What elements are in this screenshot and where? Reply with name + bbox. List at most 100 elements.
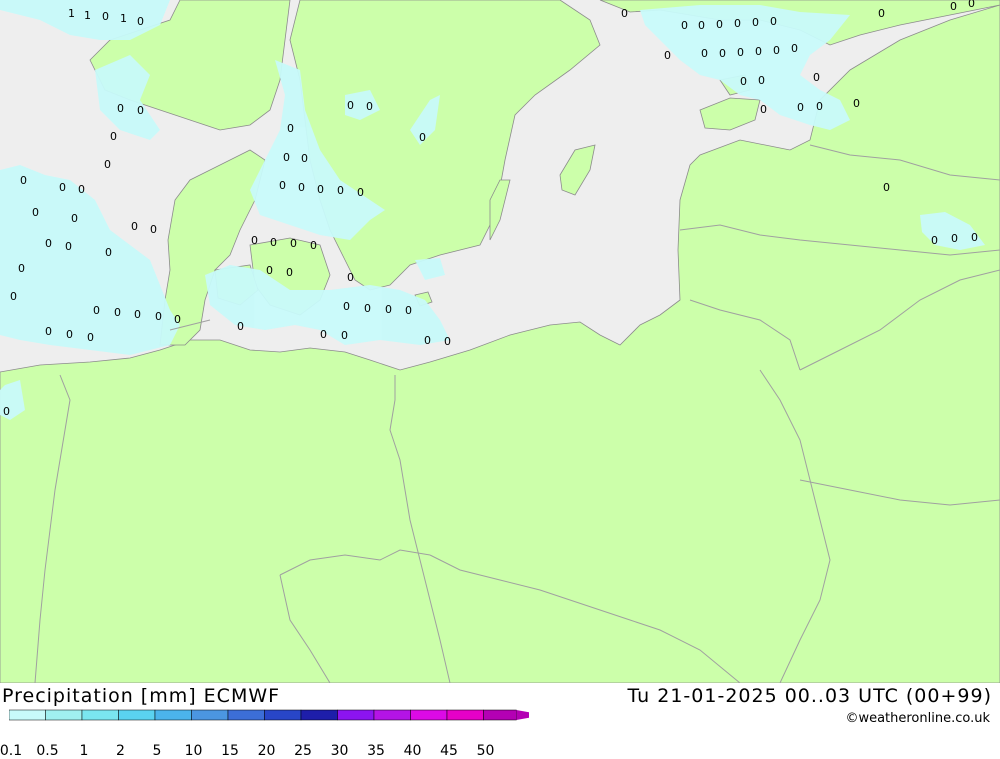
precip-value: 0 xyxy=(950,0,957,13)
precipitation-map: 1 1 0 1 0 0 0 0 0 0 0 0 0 0 0 0 0 0 0 0 … xyxy=(0,0,1000,683)
precip-value: 0 xyxy=(3,405,10,418)
precip-value: 0 xyxy=(816,100,823,113)
precip-value: 0 xyxy=(364,302,371,315)
precip-value: 0 xyxy=(32,206,39,219)
legend-color-bar xyxy=(8,709,545,721)
legend-label: 50 xyxy=(476,743,495,759)
precip-value: 0 xyxy=(251,234,258,247)
precip-value: 0 xyxy=(755,45,762,58)
precip-value: 0 xyxy=(286,266,293,279)
precip-value: 0 xyxy=(343,300,350,313)
precip-value: 0 xyxy=(237,320,244,333)
map-canvas: 1 1 0 1 0 0 0 0 0 0 0 0 0 0 0 0 0 0 0 0 … xyxy=(0,0,1000,683)
precip-value: 0 xyxy=(150,223,157,236)
legend-label: 30 xyxy=(330,743,349,759)
precip-value: 0 xyxy=(131,220,138,233)
precip-value: 0 xyxy=(279,179,286,192)
credit-text: ©weatheronline.co.uk xyxy=(845,711,990,726)
precip-value: 0 xyxy=(797,101,804,114)
precip-value: 0 xyxy=(310,239,317,252)
precip-value: 0 xyxy=(752,16,759,29)
legend-label: 40 xyxy=(403,743,422,759)
precip-value: 0 xyxy=(698,19,705,32)
precip-value: 0 xyxy=(758,74,765,87)
legend-label: 45 xyxy=(440,743,458,759)
legend-arrow-tip xyxy=(516,710,545,720)
precip-area-north-sea xyxy=(0,165,180,355)
legend-label: 0.5 xyxy=(36,743,59,759)
precip-value: 0 xyxy=(951,232,958,245)
legend-swatch xyxy=(410,709,448,721)
legend-label: 5 xyxy=(152,743,162,759)
precip-value: 0 xyxy=(137,15,144,28)
precip-legend: 0.1 0.5 1 2 5 10 15 20 25 30 35 40 45 50 xyxy=(0,707,545,759)
legend-swatch xyxy=(118,709,156,721)
legend-label: 1 xyxy=(79,743,89,759)
precip-value: 0 xyxy=(102,10,109,23)
legend-labels: 0.1 0.5 1 2 5 10 15 20 25 30 35 40 45 50 xyxy=(0,743,529,759)
precip-value: 0 xyxy=(18,262,25,275)
precip-value: 0 xyxy=(270,236,277,249)
precip-value: 1 xyxy=(84,9,91,22)
precip-value: 0 xyxy=(971,231,978,244)
precip-value: 0 xyxy=(883,181,890,194)
legend-label: 20 xyxy=(257,743,276,759)
precip-value: 0 xyxy=(174,313,181,326)
legend-swatch xyxy=(264,709,302,721)
precip-value: 0 xyxy=(347,99,354,112)
precip-value: 0 xyxy=(20,174,27,187)
precip-value: 0 xyxy=(104,158,111,171)
legend-swatch xyxy=(483,709,517,721)
precip-value: 0 xyxy=(301,152,308,165)
legend-swatch xyxy=(81,709,119,721)
precip-value: 0 xyxy=(773,44,780,57)
precip-value: 0 xyxy=(298,181,305,194)
precip-value: 0 xyxy=(266,264,273,277)
legend-swatch xyxy=(191,709,229,721)
precip-value: 0 xyxy=(341,329,348,342)
gotland xyxy=(559,144,596,196)
precip-value: 0 xyxy=(734,17,741,30)
precip-value: 0 xyxy=(853,97,860,110)
precip-value: 0 xyxy=(701,47,708,60)
precip-value: 0 xyxy=(155,310,162,323)
precip-value: 0 xyxy=(59,181,66,194)
precip-value: 0 xyxy=(105,246,112,259)
precip-value: 0 xyxy=(405,304,412,317)
precip-value: 0 xyxy=(813,71,820,84)
precip-value: 0 xyxy=(45,325,52,338)
precip-value: 0 xyxy=(290,237,297,250)
legend-swatch xyxy=(45,709,83,721)
precip-value: 0 xyxy=(87,331,94,344)
precip-value: 0 xyxy=(716,18,723,31)
legend-label: 2 xyxy=(116,743,125,759)
forecast-time: Tu 21-01-2025 00..03 UTC (00+99) xyxy=(627,685,992,707)
precip-value: 0 xyxy=(968,0,975,10)
precip-value: 0 xyxy=(740,75,747,88)
legend-label: 10 xyxy=(184,743,203,759)
precip-value: 1 xyxy=(68,7,75,20)
legend-swatch xyxy=(337,709,375,721)
precip-value: 0 xyxy=(719,47,726,60)
legend-swatch xyxy=(300,709,338,721)
legend-swatch xyxy=(373,709,411,721)
precip-value: 0 xyxy=(444,335,451,348)
precip-value: 0 xyxy=(664,49,671,62)
precip-value: 0 xyxy=(110,130,117,143)
precip-value: 0 xyxy=(114,306,121,319)
precip-value: 0 xyxy=(287,122,294,135)
scandinavia xyxy=(289,0,601,291)
precip-value: 0 xyxy=(424,334,431,347)
precip-value: 0 xyxy=(317,183,324,196)
precip-value: 0 xyxy=(71,212,78,225)
precip-value: 0 xyxy=(621,7,628,20)
precip-value: 0 xyxy=(10,290,17,303)
legend-swatch xyxy=(446,709,484,721)
precip-value: 0 xyxy=(137,104,144,117)
legend-swatch xyxy=(8,709,46,721)
legend-label: 25 xyxy=(294,743,312,759)
precip-value: 0 xyxy=(385,303,392,316)
precip-value: 0 xyxy=(134,308,141,321)
precip-value: 0 xyxy=(66,328,73,341)
precip-value: 0 xyxy=(93,304,100,317)
